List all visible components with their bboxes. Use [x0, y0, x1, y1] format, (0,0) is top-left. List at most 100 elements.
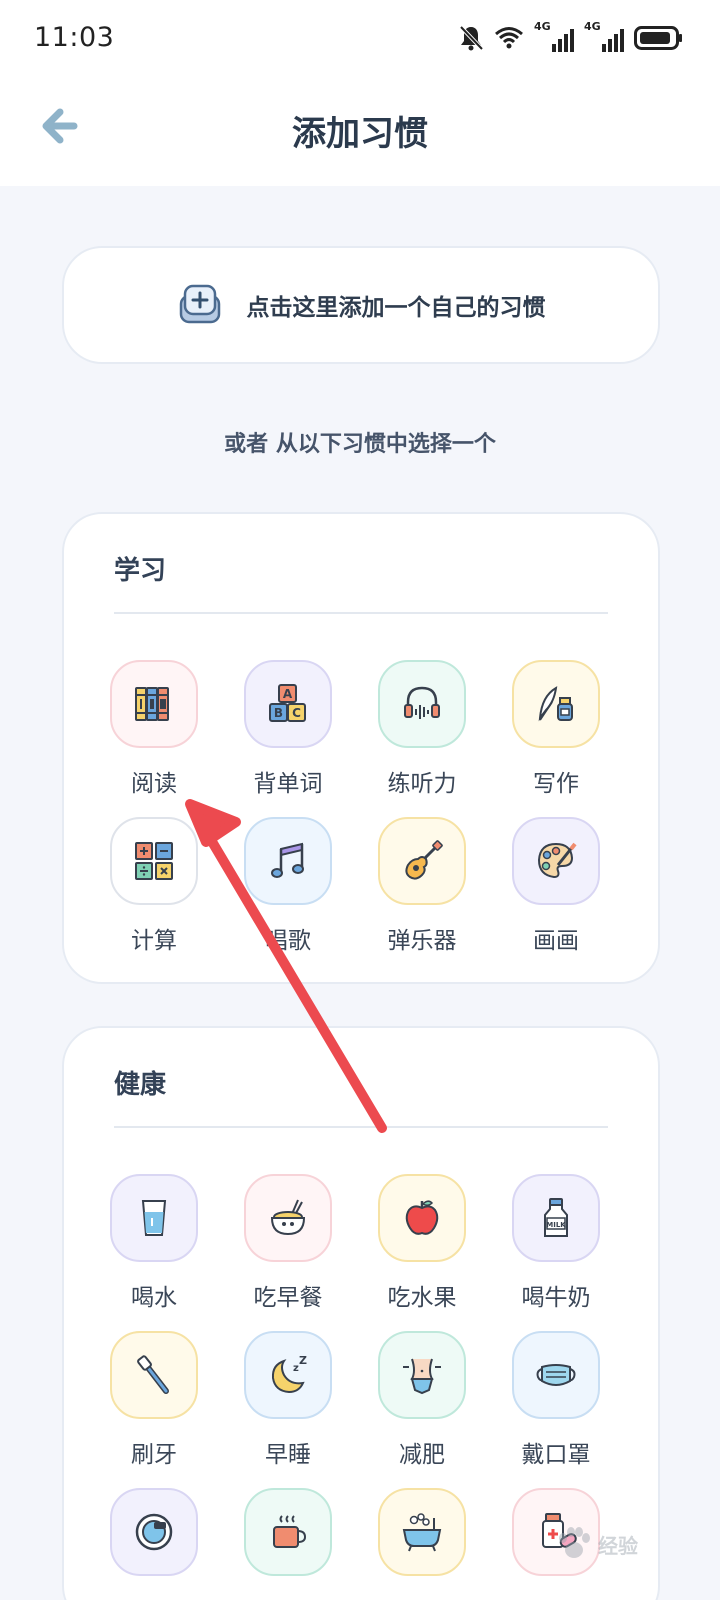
- add-custom-habit-label: 点击这里添加一个自己的习惯: [246, 295, 546, 321]
- habit-vocabulary[interactable]: A B C 背单词: [228, 660, 348, 798]
- habit-drawing[interactable]: 画画: [496, 817, 616, 955]
- habit-tile: [378, 1488, 466, 1576]
- svg-text:C: C: [292, 706, 301, 720]
- habit-tile: [110, 660, 198, 748]
- habit-lose-weight[interactable]: 减肥: [362, 1331, 482, 1469]
- habit-breakfast[interactable]: 吃早餐: [228, 1174, 348, 1312]
- habit-sleep-early[interactable]: z Z 早睡: [228, 1331, 348, 1469]
- habit-tile: [378, 660, 466, 748]
- milk-bottle-icon: MILK: [544, 1198, 568, 1237]
- habit-drink-water[interactable]: 喝水: [94, 1174, 214, 1312]
- habit-label: 喝牛奶: [521, 1285, 591, 1311]
- habit-label: 减肥: [399, 1442, 445, 1468]
- habit-writing[interactable]: 写作: [496, 660, 616, 798]
- habit-tile: MILK: [512, 1174, 600, 1262]
- habit-label: 写作: [533, 771, 579, 797]
- section-title: 学习: [114, 556, 167, 586]
- habit-label: 刷牙: [131, 1442, 177, 1468]
- habit-label: 计算: [131, 928, 177, 954]
- calculator-icon: [135, 842, 173, 880]
- habit-tile: [110, 1331, 198, 1419]
- status-time: 11:03: [34, 22, 115, 53]
- section-title: 健康: [114, 1070, 167, 1100]
- habit-tile: [512, 817, 600, 905]
- page-title: 添加习惯: [292, 114, 428, 154]
- habit-label: 练听力: [387, 771, 457, 797]
- habit-label: 画画: [533, 928, 579, 954]
- mask-icon: [536, 1364, 576, 1386]
- habit-tile: [378, 1174, 466, 1262]
- habit-tile: [512, 660, 600, 748]
- palette-icon: [537, 842, 577, 879]
- add-custom-habit-button[interactable]: 点击这里添加一个自己的习惯: [62, 246, 660, 364]
- watermark: 经验: [554, 1514, 674, 1574]
- music-note-icon: [271, 842, 304, 878]
- habit-label: 喝水: [131, 1285, 177, 1311]
- mute-bell-icon: [459, 25, 484, 51]
- watermark-text: 经验: [598, 1533, 638, 1558]
- habit-tile: [244, 817, 332, 905]
- habit-brush-teeth[interactable]: 刷牙: [94, 1331, 214, 1469]
- headphones-icon: [404, 686, 440, 719]
- habit-tile: [244, 1174, 332, 1262]
- svg-text:B: B: [274, 706, 283, 720]
- quill-ink-icon: [538, 686, 573, 722]
- battery-icon: [634, 26, 682, 50]
- habit-instrument[interactable]: 弹乐器: [362, 817, 482, 955]
- habit-tile: [110, 817, 198, 905]
- scale-icon: [135, 1513, 173, 1551]
- habit-label: 弹乐器: [387, 928, 457, 954]
- paw-logo-icon: [559, 1527, 590, 1558]
- habit-label: 唱歌: [265, 928, 311, 954]
- habit-singing[interactable]: 唱歌: [228, 817, 348, 955]
- habit-reading[interactable]: 阅读: [94, 660, 214, 798]
- signal-1: 4G: [534, 20, 574, 52]
- add-habit-icon: [179, 284, 220, 324]
- habit-tile: [110, 1488, 198, 1576]
- habit-hot-drink[interactable]: [228, 1488, 348, 1592]
- habit-label: 戴口罩: [521, 1442, 591, 1468]
- network-type-2: 4G: [584, 20, 601, 33]
- habit-listening[interactable]: 练听力: [362, 660, 482, 798]
- status-icons: 4G 4G: [458, 20, 684, 54]
- habit-label: 阅读: [131, 771, 177, 797]
- moon-sleep-icon: z Z: [271, 1354, 307, 1394]
- habit-wear-mask[interactable]: 戴口罩: [496, 1331, 616, 1469]
- books-icon: [135, 687, 169, 721]
- wifi-icon: [495, 27, 523, 49]
- choose-hint: 或者 从以下习惯中选择一个: [224, 432, 496, 457]
- waist-icon: [403, 1358, 441, 1395]
- svg-text:Z: Z: [299, 1354, 307, 1367]
- svg-text:MILK: MILK: [546, 1221, 566, 1229]
- habit-tile: [512, 1331, 600, 1419]
- status-bar: 11:03 4G 4G: [0, 0, 720, 78]
- habit-bath[interactable]: [362, 1488, 482, 1592]
- guitar-icon: [405, 840, 443, 880]
- section-divider: [114, 612, 608, 614]
- app-bar: 添加习惯: [0, 78, 720, 186]
- abc-blocks-icon: A B C: [269, 684, 306, 722]
- svg-text:A: A: [283, 687, 293, 701]
- habit-tile: A B C: [244, 660, 332, 748]
- section-divider: [114, 1126, 608, 1128]
- habit-weigh[interactable]: [94, 1488, 214, 1592]
- habit-tile: [378, 817, 466, 905]
- apple-icon: [405, 1200, 439, 1235]
- habit-tile: [244, 1488, 332, 1576]
- toothbrush-icon: [137, 1355, 169, 1394]
- water-glass-icon: [141, 1200, 167, 1236]
- breakfast-bowl-icon: [270, 1199, 306, 1236]
- habit-label: 背单词: [253, 771, 323, 797]
- network-type-1: 4G: [534, 20, 551, 33]
- habit-calculation[interactable]: 计算: [94, 817, 214, 955]
- habit-label: 吃水果: [387, 1285, 457, 1311]
- section-study: 学习 阅读 A B C 背单词 练听力 写作 计算 唱歌 弹乐器 画画: [62, 512, 660, 984]
- habit-milk[interactable]: MILK 喝牛奶: [496, 1174, 616, 1312]
- signal-2: 4G: [584, 20, 624, 52]
- hot-cup-icon: [273, 1515, 307, 1548]
- habit-label: 早睡: [265, 1442, 311, 1468]
- bathtub-icon: [402, 1513, 442, 1552]
- habit-tile: [378, 1331, 466, 1419]
- habit-tile: z Z: [244, 1331, 332, 1419]
- habit-fruit[interactable]: 吃水果: [362, 1174, 482, 1312]
